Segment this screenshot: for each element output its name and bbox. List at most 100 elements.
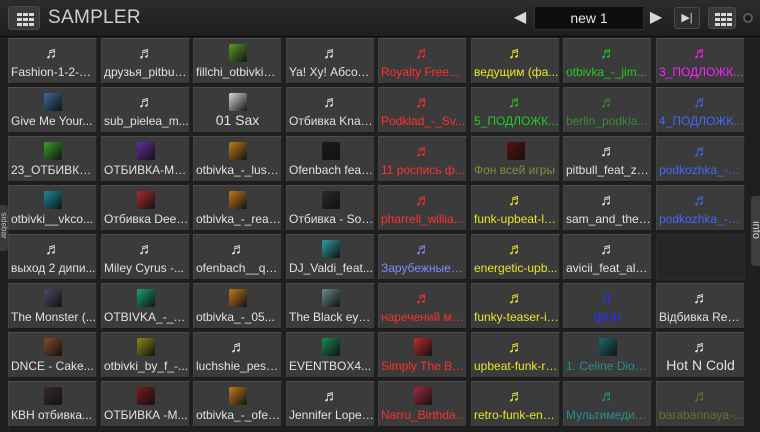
- skip-end-button[interactable]: ▶|: [674, 7, 700, 29]
- sampler-pad[interactable]: ♬ barabannaya-...: [656, 381, 745, 427]
- sampler-pad[interactable]: ♬ upbeat-funk-rh...: [471, 332, 560, 378]
- pad-label: Fashion-1-2-3-...: [11, 65, 96, 79]
- sampler-pad[interactable]: КВН отбивка...: [8, 381, 97, 427]
- sampler-pad[interactable]: otbivki_by_f_-...: [101, 332, 190, 378]
- sampler-pad[interactable]: Фон всей игры: [471, 136, 560, 182]
- sampler-pad[interactable]: ♬ Podklad_-_Sv...: [378, 87, 467, 133]
- sampler-pad[interactable]: ♬ друзья_pitbull...: [101, 38, 190, 84]
- sampler-pad[interactable]: ♬ Royalty Free...: [378, 38, 467, 84]
- pad-label: 3_ПОДЛОЖК...: [659, 65, 744, 79]
- pad-label: ведущим (фа...: [474, 65, 559, 79]
- grid-view-icon-cell: [721, 13, 726, 16]
- sampler-pad[interactable]: ♬ выход 2 дипи...: [8, 234, 97, 280]
- sampler-pad[interactable]: ♬ Мультимедиа...: [563, 381, 652, 427]
- sampler-pad[interactable]: Simply The Be...: [378, 332, 467, 378]
- sampler-pad[interactable]: ♬ funk-upbeat-lo...: [471, 185, 560, 231]
- sampler-pad[interactable]: ♬ funky-teaser-in...: [471, 283, 560, 329]
- sampler-pad[interactable]: ♬ pitbull_feat_za...: [563, 136, 652, 182]
- sampler-pad[interactable]: ♬ luchshie_pesni...: [193, 332, 282, 378]
- music-note-icon: ♬: [138, 241, 154, 258]
- sampler-pad[interactable]: The Monster (...: [8, 283, 97, 329]
- sampler-pad[interactable]: The Black eye...: [286, 283, 375, 329]
- sampler-pad[interactable]: ♬ Miley Cyrus -...: [101, 234, 190, 280]
- pad-label: Отбивка - Sou...: [289, 212, 374, 226]
- sampler-pad[interactable]: ♬ 4_ПОДЛОЖК...: [656, 87, 745, 133]
- sampler-pad[interactable]: OTBIVKA_-_S...: [101, 283, 190, 329]
- sampler-pad[interactable]: ♬ фон: [563, 283, 652, 329]
- pad-label: ОТБИВКА-Му...: [104, 163, 189, 177]
- pad-label: выход 2 дипи...: [11, 261, 96, 275]
- sampler-pad[interactable]: ♬ наречений ма...: [378, 283, 467, 329]
- sampler-pad[interactable]: fillchi_otbivki_-...: [193, 38, 282, 84]
- info-panel-toggle[interactable]: info: [750, 196, 760, 266]
- music-note-icon: ♬: [415, 192, 431, 209]
- sampler-pad[interactable]: ♬ pharrell_willia...: [378, 185, 467, 231]
- pad-label: pitbull_feat_za...: [566, 163, 651, 177]
- sampler-pad[interactable]: ♬ berlin_podkla...: [563, 87, 652, 133]
- pad-label: podkozhka_-_v...: [659, 212, 744, 226]
- music-note-icon: ♬: [323, 45, 339, 62]
- pad-label: КВН отбивка...: [11, 408, 93, 422]
- sampler-pad[interactable]: ♬ Відбивка Red...: [656, 283, 745, 329]
- sampler-pad[interactable]: ♬ Jennifer Lopez...: [286, 381, 375, 427]
- sampler-menu-button[interactable]: [8, 6, 40, 30]
- sampler-pad[interactable]: ♬ retro-funk-ener...: [471, 381, 560, 427]
- sampler-pad[interactable]: otbivka_-_05...: [193, 283, 282, 329]
- sampler-pad[interactable]: ♬ podkozhka_-_v...: [656, 185, 745, 231]
- sampler-pad[interactable]: Ofenbach feat...: [286, 136, 375, 182]
- pad-label: Hot N Cold: [666, 357, 735, 373]
- sampler-pad[interactable]: ♬ podkozhka_-_j...: [656, 136, 745, 182]
- sampler-pad[interactable]: Narru_Birthda...: [378, 381, 467, 427]
- sampler-pad[interactable]: otbivki__vkco...: [8, 185, 97, 231]
- sampler-pad[interactable]: Give Me Your...: [8, 87, 97, 133]
- sampler-pad[interactable]: ОТБИВКА-Му...: [101, 136, 190, 182]
- prev-bank-button[interactable]: ◀: [510, 8, 530, 28]
- sampler-pad[interactable]: ♬ Fashion-1-2-3-...: [8, 38, 97, 84]
- sampler-pad[interactable]: ♬ 5_ПОДЛОЖК...: [471, 87, 560, 133]
- sampler-pad[interactable]: 1. Celine Dion...: [563, 332, 652, 378]
- grid-view-button[interactable]: [708, 7, 736, 29]
- sampler-pad[interactable]: ♬ otbivka_-_jim...: [563, 38, 652, 84]
- sampler-pad[interactable]: otbivka_-_read...: [193, 185, 282, 231]
- sampler-pad[interactable]: ОТБИВКА -М...: [101, 381, 190, 427]
- pad-label: Royalty Free...: [381, 65, 460, 79]
- sampler-pad[interactable]: ♬ sam_and_the_...: [563, 185, 652, 231]
- sampler-pad[interactable]: ♬ 11 роспись ф...: [378, 136, 467, 182]
- sampler-pad[interactable]: 01 Sax: [193, 87, 282, 133]
- sampler-pad[interactable]: ♬ Hot N Cold: [656, 332, 745, 378]
- sampler-pad[interactable]: EVENTBOX4...: [286, 332, 375, 378]
- sampler-pad[interactable]: ♬ sub_pielea_m...: [101, 87, 190, 133]
- sampler-pad[interactable]: ♬ 3_ПОДЛОЖК...: [656, 38, 745, 84]
- sampler-pad[interactable]: ♬ ofenbach__qu...: [193, 234, 282, 280]
- sampler-pad[interactable]: Отбивка - Sou...: [286, 185, 375, 231]
- sampler-pad[interactable]: 23_ОТБИВКА...: [8, 136, 97, 182]
- sampler-pad[interactable]: ♬ Отбивка Knag...: [286, 87, 375, 133]
- album-cover-icon: [44, 93, 62, 111]
- sampler-pad-empty[interactable]: [656, 234, 745, 280]
- sampler-pad[interactable]: ♬ ведущим (фа...: [471, 38, 560, 84]
- music-note-icon: ♬: [693, 45, 709, 62]
- sampler-pad[interactable]: Отбивка Deep...: [101, 185, 190, 231]
- music-note-icon: ♬: [323, 388, 339, 405]
- sampler-pad[interactable]: DNCE - Cake...: [8, 332, 97, 378]
- sidebar-toggle[interactable]: sidebar: [0, 205, 9, 251]
- sampler-pad[interactable]: ♬ Ya! Xy! Абсол...: [286, 38, 375, 84]
- sampler-pad[interactable]: otbivka_-_lush...: [193, 136, 282, 182]
- sampler-title: SAMPLER: [48, 7, 141, 28]
- sampler-pad[interactable]: ♬ Зарубежные х...: [378, 234, 467, 280]
- album-cover-icon: [322, 289, 340, 307]
- sampler-pad[interactable]: otbivka_-_ofen...: [193, 381, 282, 427]
- sampler-pad[interactable]: DJ_Valdi_feat...: [286, 234, 375, 280]
- music-note-icon: ♬: [508, 192, 524, 209]
- bank-name-display[interactable]: new 1: [534, 6, 644, 30]
- next-bank-button[interactable]: ▶: [646, 8, 666, 28]
- music-note-icon: ♬: [323, 94, 339, 111]
- options-dot-button[interactable]: [743, 13, 753, 23]
- sampler-pad[interactable]: ♬ energetic-upb...: [471, 234, 560, 280]
- info-panel-label: info: [750, 221, 760, 239]
- music-note-icon: ♬: [508, 388, 524, 405]
- pad-label: EVENTBOX4...: [289, 359, 372, 373]
- pad-label: otbivka_-_ofen...: [196, 408, 281, 422]
- music-note-icon: ♬: [600, 192, 616, 209]
- sampler-pad[interactable]: ♬ avicii_feat_alo...: [563, 234, 652, 280]
